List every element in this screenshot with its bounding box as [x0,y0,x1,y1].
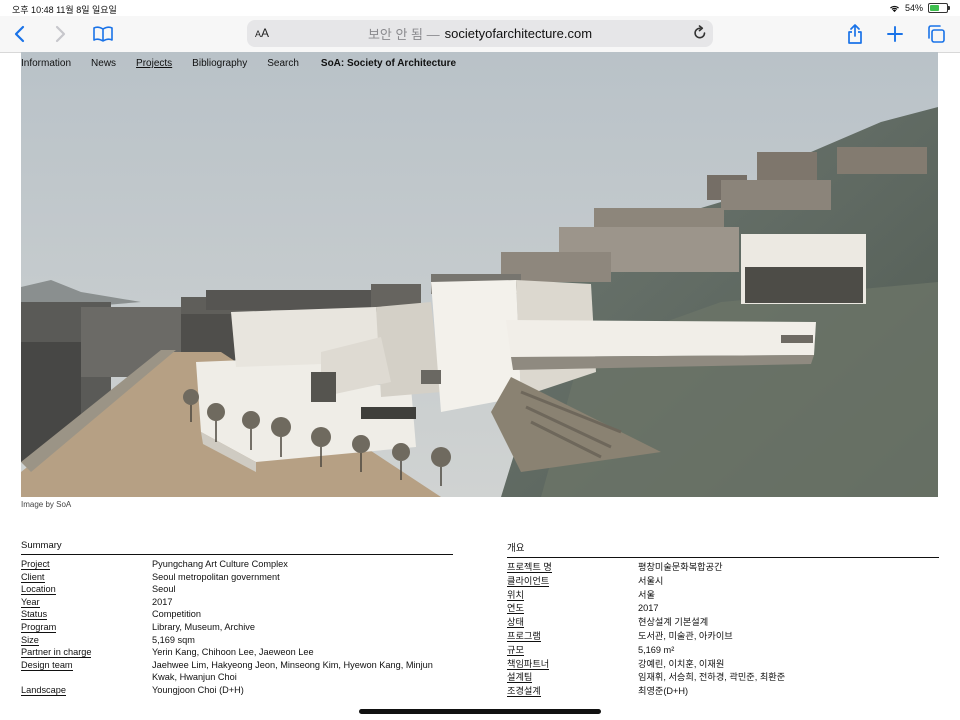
row-key[interactable]: 프로젝트 명 [507,562,552,573]
row-key[interactable]: Year [21,596,40,608]
row-key[interactable]: Landscape [21,684,66,696]
url-domain: societyofarchitecture.com [444,26,593,41]
battery-percent: 54% [904,3,923,13]
row-key[interactable]: Size [21,634,39,646]
row-value: Seoul [152,584,176,595]
row-value: 도서관, 미술관, 아카이브 [638,630,733,641]
row-key[interactable]: Design team [21,659,73,671]
nav-bibliography[interactable]: Bibliography [192,58,247,69]
back-icon[interactable] [8,22,32,46]
row-key[interactable]: 클라이언트 [507,575,550,587]
table-row: Program Library, Museum, Archive [21,621,453,634]
row-value: Competition [152,609,202,620]
row-key[interactable]: 책임파트너 [507,658,550,670]
row-value: Yerin Kang, Chihoon Lee, Jaeweon Lee [152,647,314,658]
row-key[interactable]: Program [21,621,57,633]
row-key[interactable]: 규모 [507,644,524,656]
row-value: Seoul metropolitan government [152,571,280,582]
home-indicator[interactable] [359,709,601,714]
table-row: 조경설계 최영준(D+H) [507,685,939,699]
row-value: 현상설계 기본설계 [638,617,709,628]
bookmarks-icon[interactable] [91,22,115,46]
row-value: 2017 [638,603,659,614]
table-row: 설계팀 임재휘, 서승희, 전하경, 곽민준, 최환준 [507,671,939,685]
table-row: 프로젝트 명 평창미술문화복합공간 [507,561,939,575]
table-row: 위치 서울 [507,589,939,603]
row-value: 서울 [638,589,655,600]
wifi-icon [890,5,899,12]
row-value: 강예린, 이치훈, 이재원 [638,658,725,669]
row-key[interactable]: Project [21,559,50,570]
table-row: 프로그램 도서관, 미술관, 아카이브 [507,630,939,644]
table-row: Landscape Youngjoon Choi (D+H) [21,684,453,697]
status-right: 54% [889,3,950,13]
project-rendering-image [21,52,938,497]
browser-toolbar: AA 보안 안 됨 — societyofarchitecture.com [0,16,960,53]
row-key[interactable]: 조경설계 [507,686,541,698]
row-key[interactable]: Partner in charge [21,647,92,659]
table-row: 상태 현상설계 기본설계 [507,616,939,630]
row-value: 최영준(D+H) [638,686,689,697]
nav-information[interactable]: Information [21,58,71,69]
table-row: Project Pyungchang Art Culture Complex [21,558,453,571]
row-value: Jaehwee Lim, Hakyeong Jeon, Minseong Kim… [152,659,433,683]
status-bar: 오후 10:48 11월 8일 일요일 54% [0,0,960,16]
row-key[interactable]: Location [21,584,56,596]
table-row: Status Competition [21,608,453,621]
status-time-date: 오후 10:48 11월 8일 일요일 [12,5,117,15]
table-row: Design team Jaehwee Lim, Hakyeong Jeon, M… [21,659,453,684]
nav-news[interactable]: News [91,58,116,69]
row-key[interactable]: 설계팀 [507,672,533,684]
table-row: Location Seoul [21,583,453,596]
text-size-button[interactable]: AA [255,26,269,40]
summary-en-heading: Summary [21,540,453,555]
reload-icon[interactable] [693,25,707,43]
add-tab-icon[interactable] [883,22,907,46]
table-row: Size 5,169 sqm [21,634,453,647]
row-key[interactable]: 위치 [507,589,524,601]
share-icon[interactable] [843,22,867,46]
table-row: Client Seoul metropolitan government [21,571,453,584]
tabs-icon[interactable] [924,22,948,46]
security-label: 보안 안 됨 — [367,27,440,42]
summary-ko-heading: 개요 [507,540,939,558]
site-nav: Information News Projects Bibliography S… [21,58,476,69]
row-key[interactable]: 상태 [507,617,524,629]
table-row: 연도 2017 [507,602,939,616]
row-value: Pyungchang Art Culture Complex [152,559,288,569]
row-value: Library, Museum, Archive [152,621,255,632]
nav-search[interactable]: Search [267,58,299,69]
row-key[interactable]: Status [21,609,48,621]
table-row: Partner in charge Yerin Kang, Chihoon Lee… [21,646,453,659]
row-key[interactable]: 연도 [507,603,524,615]
site-brand[interactable]: SoA: Society of Architecture [321,58,456,69]
table-row: 책임파트너 강예린, 이치훈, 이재원 [507,658,939,672]
row-key[interactable]: 프로그램 [507,630,541,642]
row-value: 서울시 [638,575,664,586]
table-row: 규모 5,169 m² [507,644,939,658]
row-value: 임재휘, 서승희, 전하경, 곽민준, 최환준 [638,672,786,683]
battery-level [930,5,939,11]
row-value: 5,169 sqm [152,634,195,645]
summary-en: Summary Project Pyungchang Art Culture Co… [21,540,453,697]
row-value: Youngjoon Choi (D+H) [152,684,244,695]
address-bar[interactable]: AA 보안 안 됨 — societyofarchitecture.com [247,20,713,47]
forward-icon[interactable] [48,22,72,46]
row-key[interactable]: Client [21,571,45,583]
nav-projects[interactable]: Projects [136,58,172,69]
image-caption: Image by SoA [21,500,72,509]
table-row: 클라이언트 서울시 [507,575,939,589]
summary-ko: 개요 프로젝트 명 평창미술문화복합공간 클라이언트 서울시 위치 서울 연도 2017… [507,540,939,699]
row-value: 평창미술문화복합공간 [638,562,723,572]
row-value: 5,169 m² [638,644,675,655]
row-value: 2017 [152,596,173,607]
table-row: Year 2017 [21,596,453,609]
battery-icon [928,3,950,13]
